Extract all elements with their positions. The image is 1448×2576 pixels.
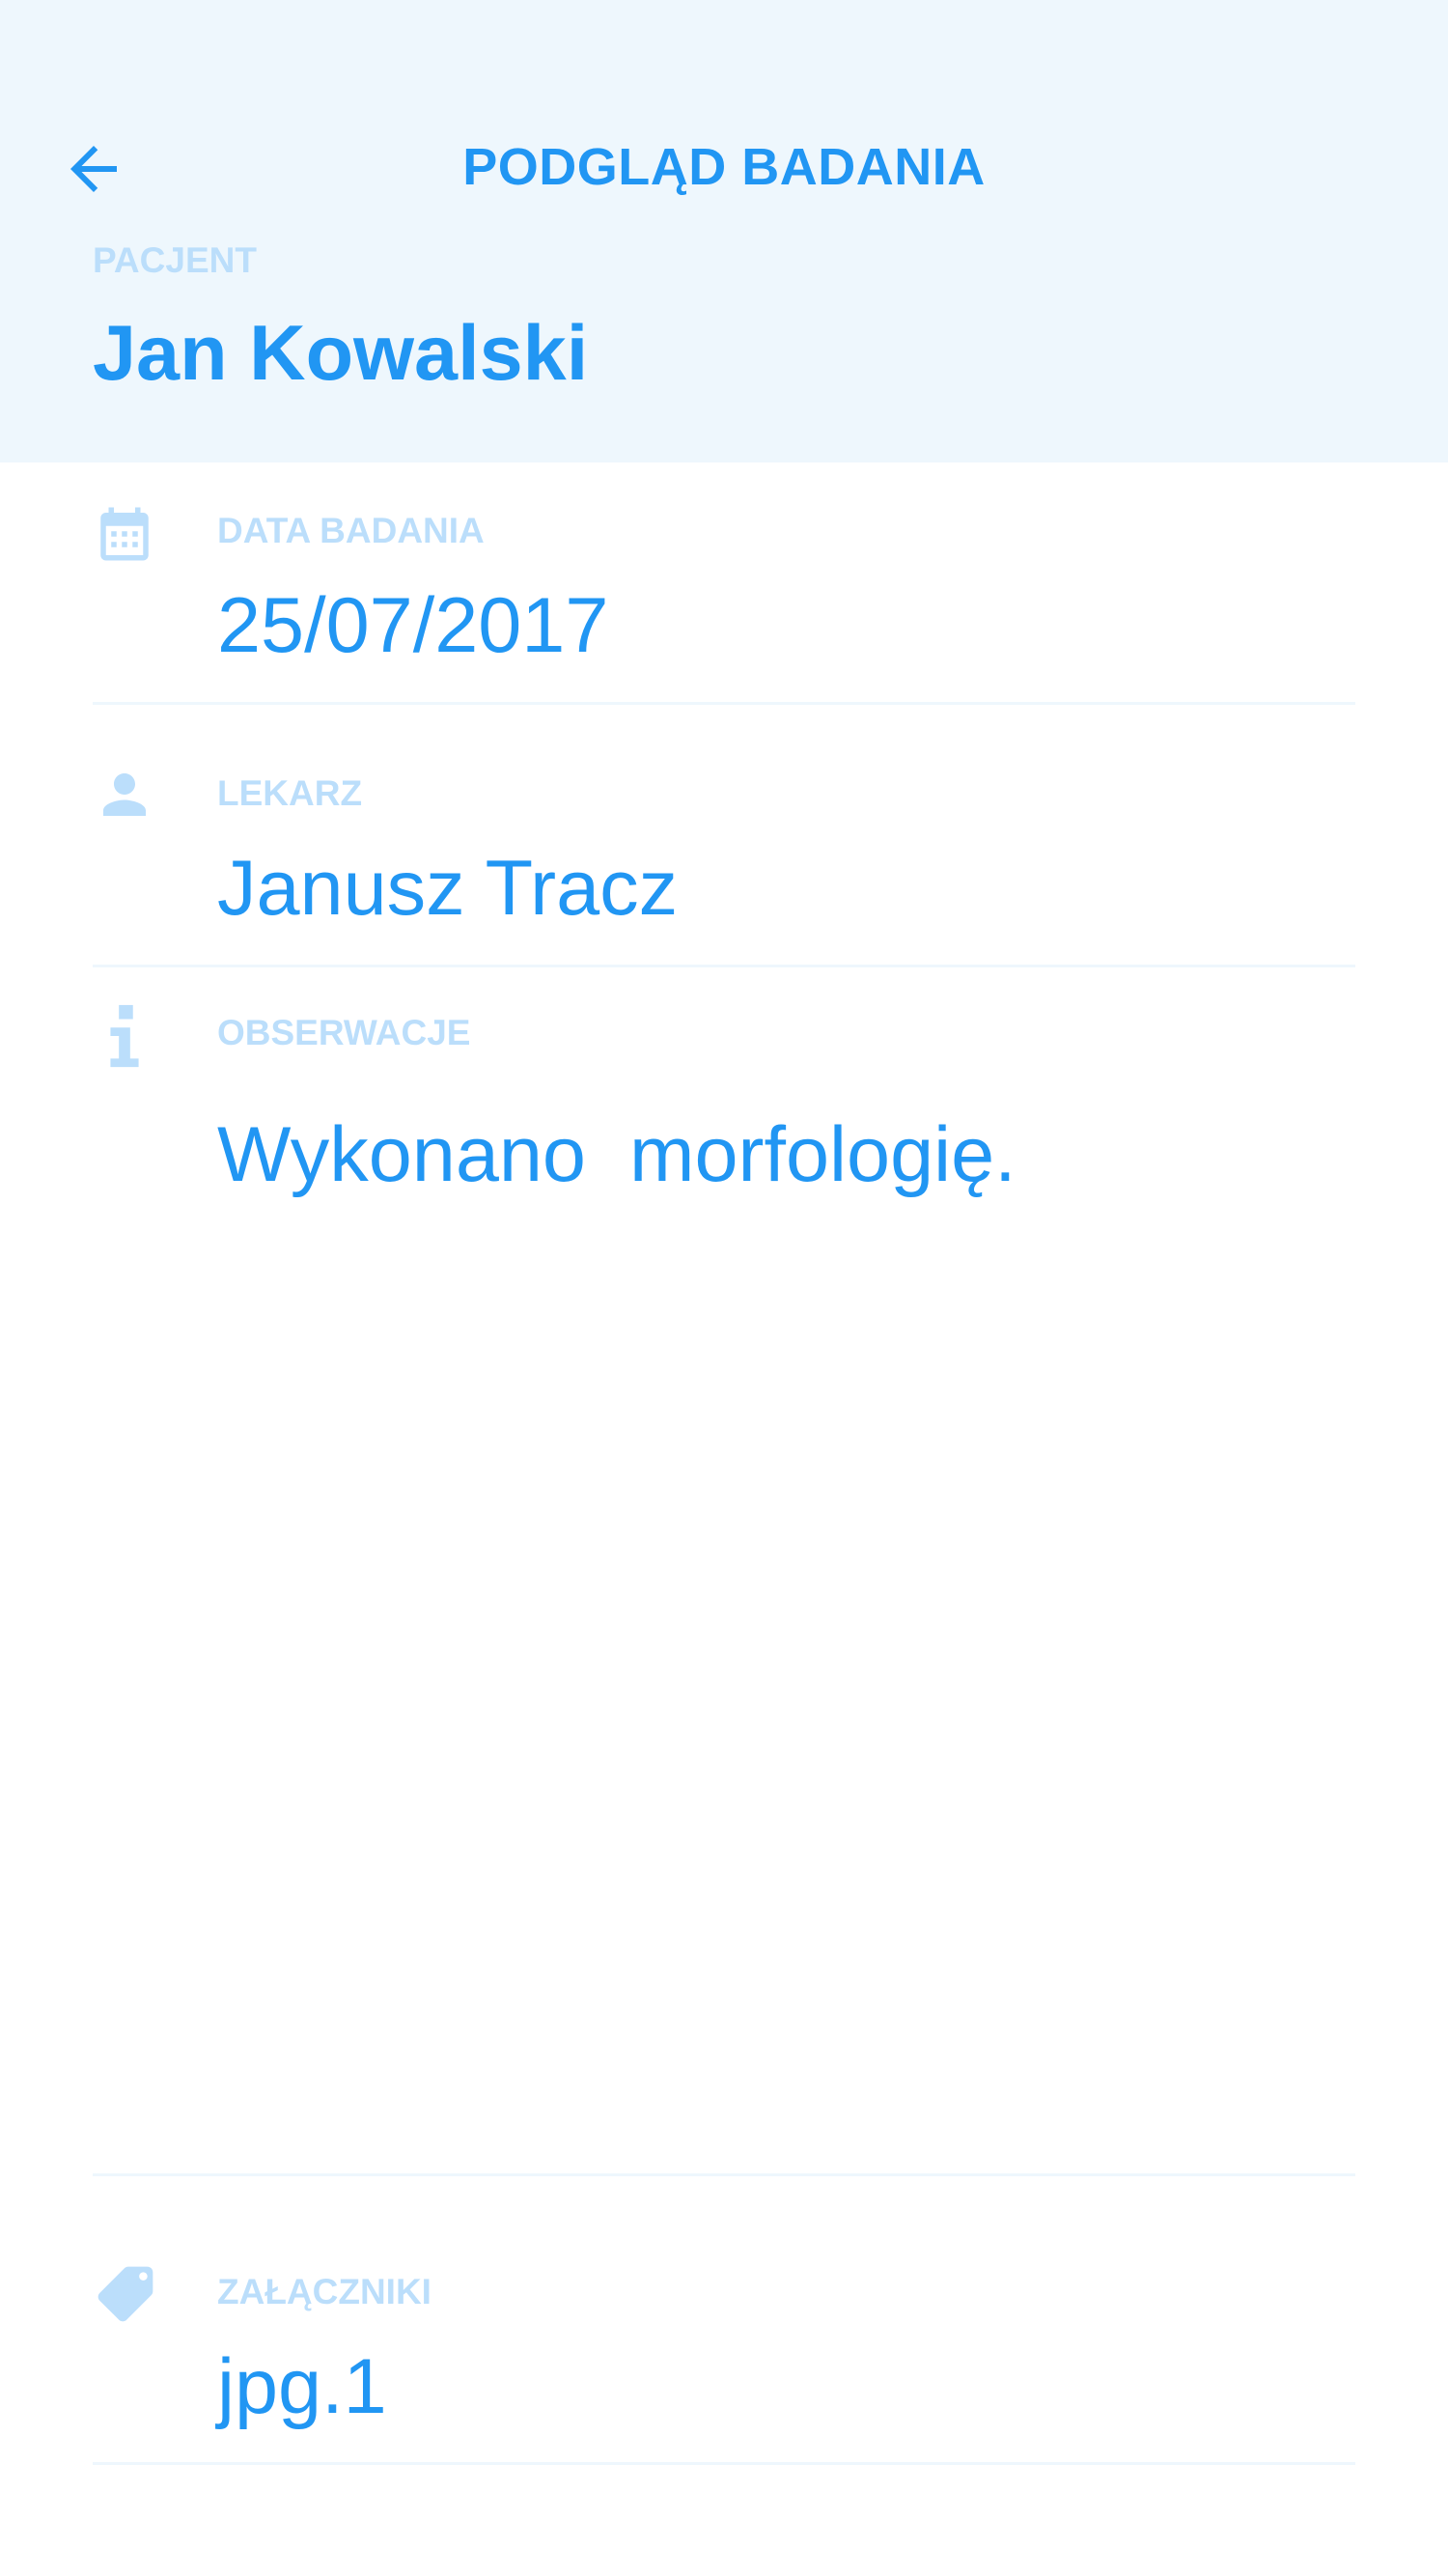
date-value: 25/07/2017 — [217, 582, 609, 669]
doctor-value: Janusz Tracz — [217, 845, 679, 932]
patient-name: Jan Kowalski — [93, 310, 589, 397]
patient-label: PACJENT — [93, 240, 257, 280]
doctor-label: LEKARZ — [217, 773, 363, 813]
date-label: DATA BADANIA — [217, 511, 485, 550]
attachment-item[interactable]: jpg.1 — [217, 2340, 387, 2433]
attachments-label: ZAŁĄCZNIKI — [217, 2272, 432, 2311]
divider — [93, 702, 1355, 705]
divider — [93, 2173, 1355, 2176]
observations-label: OBSERWACJE — [217, 1013, 471, 1052]
divider — [93, 2462, 1355, 2465]
divider — [93, 965, 1355, 967]
header: PODGLĄD BADANIA PACJENT Jan Kowalski — [0, 0, 1448, 462]
tag-icon — [97, 2266, 153, 2322]
observations-value: Wykonano morfologię. — [217, 1111, 1016, 1198]
calendar-icon — [100, 507, 149, 561]
page-title: PODGLĄD BADANIA — [462, 138, 986, 196]
person-icon — [103, 773, 146, 816]
info-icon — [110, 1004, 139, 1068]
